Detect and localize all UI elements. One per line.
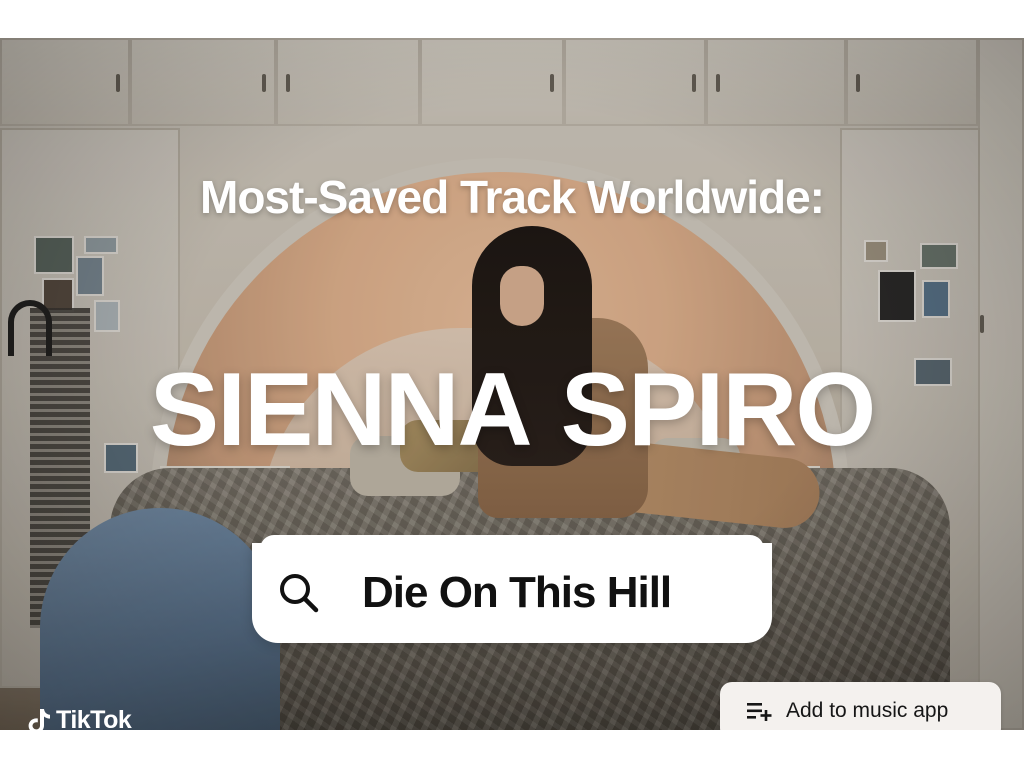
song-search-pill[interactable]: Die On This Hill — [252, 535, 772, 643]
brand-name: TikTok — [56, 706, 132, 730]
playlist-add-icon — [747, 703, 772, 721]
search-icon — [280, 574, 319, 613]
promo-banner: Most-Saved Track Worldwide: SIENNA SPIRO… — [0, 38, 1024, 730]
artist-last-name: SPIRO — [560, 352, 877, 468]
headline: Most-Saved Track Worldwide: — [200, 171, 825, 223]
artist-first-name: SIENNA — [149, 352, 533, 468]
song-title: Die On This Hill — [362, 568, 672, 617]
tiktok-logo: TikTok — [26, 706, 132, 730]
add-to-music-app-button[interactable]: Add to music app — [720, 682, 1001, 730]
add-to-music-app-label: Add to music app — [786, 699, 949, 722]
tiktok-note-icon — [28, 708, 50, 730]
artist-name: SIENNA SPIRO — [0, 358, 1024, 462]
